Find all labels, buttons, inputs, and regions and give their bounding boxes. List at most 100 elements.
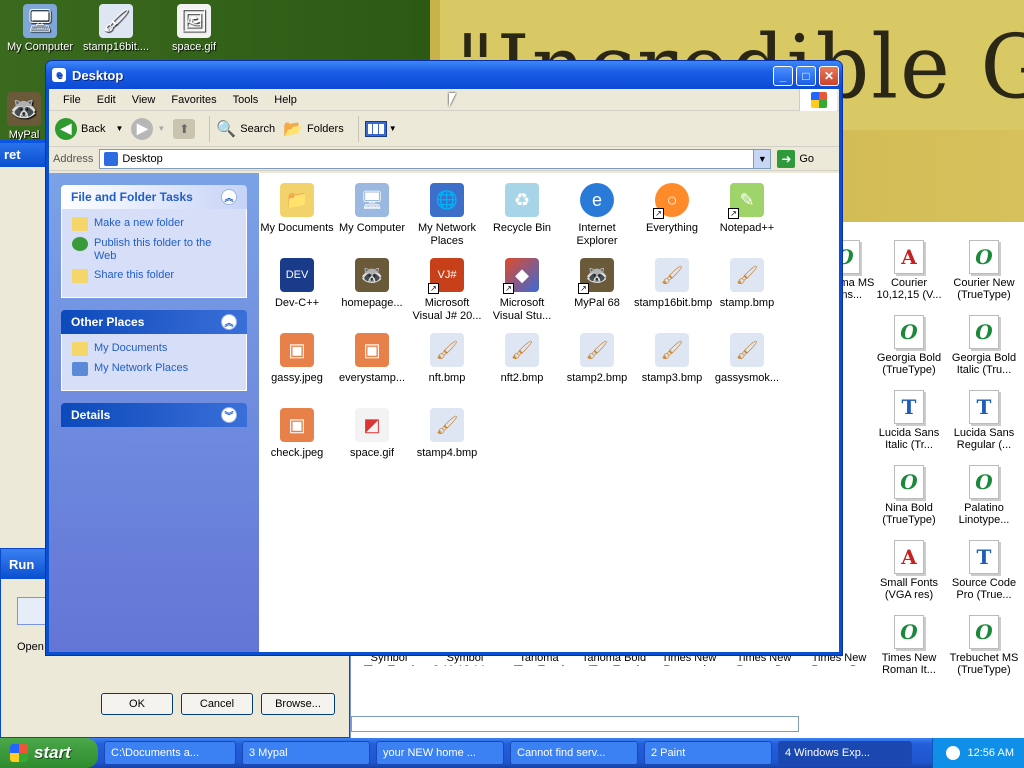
system-tray: 12:56 AM [932, 738, 1024, 768]
address-value: Desktop [122, 152, 163, 165]
file-item-recycle-bin[interactable]: ♻ Recycle Bin [484, 183, 560, 235]
explorer-body: File Edit View Favorites Tools Help ◀ Ba… [49, 89, 839, 652]
explorer-titlebar[interactable]: e Desktop [46, 61, 842, 89]
collapse-chevron-icon[interactable]: ︽ [221, 314, 237, 330]
file-item-my-computer[interactable]: 🖥 My Computer [334, 183, 410, 235]
desktop-icon-stamp16bit[interactable]: 🖌 stamp16bit.... [76, 4, 156, 53]
forward-button[interactable]: ▶ ▼ [131, 117, 165, 140]
file-folder-tasks-body: Make a new folder Publish this folder to… [61, 209, 247, 298]
taskbar-item-cannot-find[interactable]: Cannot find serv... [510, 741, 638, 765]
desktop-icon-space-gif[interactable]: 🖼 space.gif [154, 4, 234, 53]
file-item-internet-explorer[interactable]: e Internet Explorer [559, 183, 635, 248]
file-item-homepage[interactable]: 🦝 homepage... [334, 258, 410, 310]
taskbar-item-paint[interactable]: 2 Paint [644, 741, 772, 765]
up-folder-button[interactable]: ⬆ [173, 118, 196, 139]
search-button[interactable]: 🔍 Search [216, 119, 275, 139]
windows-flag-icon [10, 744, 28, 762]
file-item-stamp2[interactable]: 🖌 stamp2.bmp [559, 333, 635, 385]
font-item[interactable]: O Palatino Linotype... [946, 465, 1022, 526]
font-file-icon: T [969, 390, 999, 424]
close-button[interactable]: ✕ [819, 66, 839, 86]
back-dropdown-icon[interactable]: ▼ [115, 124, 123, 133]
menu-edit[interactable]: Edit [89, 94, 124, 106]
go-button[interactable]: ➜ Go [777, 149, 814, 168]
menu-view[interactable]: View [124, 94, 164, 106]
font-item[interactable]: A Courier 10,12,15 (V... [871, 240, 947, 301]
menu-file[interactable]: File [55, 94, 89, 106]
mouse-cursor-icon [449, 93, 456, 107]
file-folder-tasks-header[interactable]: File and Folder Tasks ︽ [61, 185, 247, 209]
file-item-devcpp[interactable]: DEV Dev-C++ [259, 258, 335, 310]
file-item-notepadpp[interactable]: ✎ ↗ Notepad++ [709, 183, 785, 235]
collapse-chevron-icon[interactable]: ︽ [221, 189, 237, 205]
font-file-icon: O [894, 315, 924, 349]
other-places-my-documents-link[interactable]: My Documents [72, 342, 236, 356]
other-places-network-link[interactable]: My Network Places [72, 362, 236, 376]
file-item-visual-j[interactable]: VJ# ↗ Microsoft Visual J# 20... [409, 258, 485, 323]
browse-button[interactable]: Browse... [261, 693, 335, 715]
font-item[interactable]: O Georgia Bold (TrueType) [871, 315, 947, 376]
file-item-stamp4[interactable]: 🖌 stamp4.bmp [409, 408, 485, 460]
publish-folder-link[interactable]: Publish this folder to the Web [72, 237, 236, 263]
file-item-nft2[interactable]: 🖌 nft2.bmp [484, 333, 560, 385]
clock[interactable]: 12:56 AM [968, 747, 1014, 759]
font-item[interactable]: O Georgia Bold Italic (Tru... [946, 315, 1022, 376]
make-new-folder-link[interactable]: Make a new folder [72, 217, 236, 231]
taskbar-item-new-home[interactable]: your NEW home ... [376, 741, 504, 765]
expand-chevron-icon[interactable]: ︾ [221, 407, 237, 423]
font-item[interactable]: T Lucida Sans Regular (... [946, 390, 1022, 451]
file-item-stamp[interactable]: 🖌 stamp.bmp [709, 258, 785, 310]
desktop-icon-my-computer[interactable]: 🖥 My Computer [0, 4, 80, 53]
taskbar-item-mypal[interactable]: 3 Mypal [242, 741, 370, 765]
background-window-titlebar[interactable]: ret [0, 143, 50, 167]
font-item[interactable]: O Courier New (TrueType) [946, 240, 1022, 301]
file-item-gassysmok[interactable]: 🖌 gassysmok... [709, 333, 785, 385]
file-item-everything[interactable]: ○ ↗ Everything [634, 183, 710, 235]
file-item-space-gif[interactable]: ◩ space.gif [334, 408, 410, 460]
file-item-network[interactable]: 🌐 My Network Places [409, 183, 485, 248]
menu-help[interactable]: Help [266, 94, 305, 106]
taskbar-item-windows-explorer[interactable]: 4 Windows Exp... [778, 741, 912, 765]
desktop-icon [104, 151, 119, 166]
font-item[interactable]: T Lucida Sans Italic (Tr... [871, 390, 947, 451]
file-item-nft[interactable]: 🖌 nft.bmp [409, 333, 485, 385]
address-dropdown-icon[interactable]: ▼ [753, 149, 771, 168]
jpeg-icon: ▣ [355, 333, 389, 367]
menu-tools[interactable]: Tools [225, 94, 267, 106]
font-item[interactable]: T Source Code Pro (True... [946, 540, 1022, 601]
views-icon [364, 120, 387, 137]
address-field[interactable]: Desktop ▼ [99, 148, 772, 169]
cancel-button[interactable]: Cancel [181, 693, 253, 715]
start-button[interactable]: start [0, 738, 98, 768]
back-button[interactable]: ◀ Back ▼ [55, 117, 123, 140]
other-places-header[interactable]: Other Places ︽ [61, 310, 247, 334]
file-item-my-documents[interactable]: 📁 My Documents [259, 183, 335, 235]
ok-button[interactable]: OK [101, 693, 173, 715]
taskbar-item-documents[interactable]: C:\Documents a... [104, 741, 236, 765]
folders-button[interactable]: 📂 Folders [283, 119, 344, 139]
file-item-visual-studio[interactable]: ◆ ↗ Microsoft Visual Stu... [484, 258, 560, 323]
file-item-check-jpeg[interactable]: ▣ check.jpeg [259, 408, 335, 460]
font-item[interactable]: O Times New Roman It... [871, 615, 947, 676]
jpeg-icon: ▣ [280, 333, 314, 367]
maximize-button[interactable]: □ [796, 66, 816, 86]
file-item-gassy-jpeg[interactable]: ▣ gassy.jpeg [259, 333, 335, 385]
views-button[interactable]: ▼ [364, 120, 397, 137]
details-section: Details ︾ [61, 403, 247, 427]
file-item-stamp3[interactable]: 🖌 stamp3.bmp [634, 333, 710, 385]
volume-icon[interactable] [945, 746, 960, 760]
menu-favorites[interactable]: Favorites [163, 94, 224, 106]
file-item-everystamp[interactable]: ▣ everystamp... [334, 333, 410, 385]
font-item[interactable]: O Trebuchet MS (TrueType) [946, 615, 1022, 676]
shortcut-arrow-icon: ↗ [728, 208, 739, 219]
font-item[interactable]: A Small Fonts (VGA res) [871, 540, 947, 601]
minimize-button[interactable]: _ [773, 66, 793, 86]
menu-bar: File Edit View Favorites Tools Help [49, 89, 839, 111]
details-header[interactable]: Details ︾ [61, 403, 247, 427]
font-file-icon: O [969, 240, 999, 274]
font-item[interactable]: O Nina Bold (TrueType) [871, 465, 947, 526]
file-item-mypal[interactable]: 🦝 ↗ MyPal 68 [559, 258, 635, 310]
share-folder-link[interactable]: Share this folder [72, 269, 236, 283]
file-item-stamp16bit[interactable]: 🖌 stamp16bit.bmp [634, 258, 712, 310]
paint-icon: 🖌 [580, 333, 614, 367]
